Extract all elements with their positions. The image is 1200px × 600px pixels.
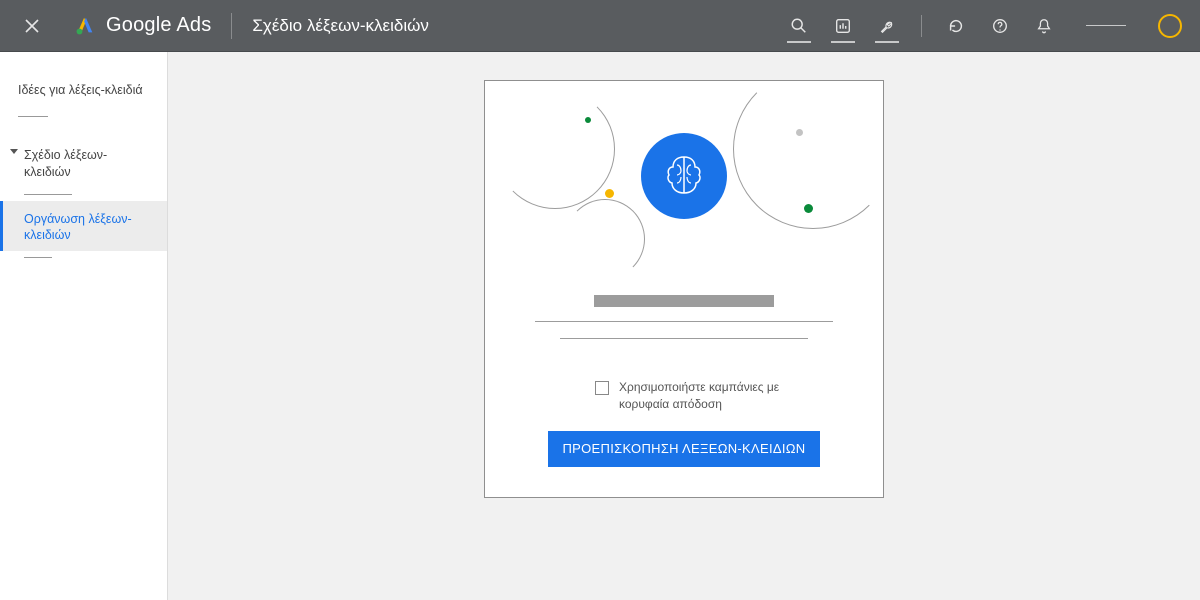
topbar: Google Ads Σχέδιο λέξεων-κλειδιών: [0, 0, 1200, 52]
top-campaigns-checkbox-row: Χρησιμοποιήστε καμπάνιες με κορυφαία από…: [595, 379, 843, 413]
notifications-icon[interactable]: [1032, 14, 1056, 38]
divider: [18, 116, 48, 117]
input-line[interactable]: [535, 321, 833, 322]
divider: [24, 194, 72, 195]
brand-logo: Google Ads: [74, 14, 211, 37]
chevron-down-icon: [10, 149, 18, 154]
top-campaigns-checkbox[interactable]: [595, 381, 609, 395]
top-campaigns-checkbox-label: Χρησιμοποιήστε καμπάνιες με κορυφαία από…: [619, 379, 789, 413]
onboarding-card: Χρησιμοποιήστε καμπάνιες με κορυφαία από…: [484, 80, 884, 498]
sidebar: Ιδέες για λέξεις-κλειδιά Σχέδιο λέξεων-κ…: [0, 52, 168, 600]
divider: [921, 15, 922, 37]
avatar[interactable]: [1158, 14, 1182, 38]
close-icon[interactable]: [18, 12, 46, 40]
content: Χρησιμοποιήστε καμπάνιες με κορυφαία από…: [168, 52, 1200, 600]
divider: [24, 257, 52, 258]
main: Ιδέες για λέξεις-κλειδιά Σχέδιο λέξεων-κ…: [0, 52, 1200, 600]
tools-icon[interactable]: [875, 14, 899, 38]
preview-keywords-button[interactable]: ΠΡΟΕΠΙΣΚΟΠΗΣΗ ΛΕΞΕΩΝ-ΚΛΕΙΔΙΩΝ: [548, 431, 819, 468]
google-ads-icon: [74, 15, 96, 37]
input-line[interactable]: [560, 338, 808, 339]
reports-icon[interactable]: [831, 14, 855, 38]
divider: [231, 13, 232, 39]
title-placeholder: [594, 295, 774, 307]
account-placeholder: [1086, 25, 1126, 27]
help-icon[interactable]: [988, 14, 1012, 38]
topbar-tools: [787, 14, 1182, 38]
illustration: [525, 109, 843, 259]
sidebar-item-keyword-ideas[interactable]: Ιδέες για λέξεις-κλειδιά: [0, 72, 167, 106]
sidebar-item-label: Σχέδιο λέξεων-κλειδιών: [24, 148, 107, 178]
brand-text: Google Ads: [106, 14, 211, 37]
brain-icon: [641, 133, 727, 219]
search-icon[interactable]: [787, 14, 811, 38]
refresh-icon[interactable]: [944, 14, 968, 38]
page-title: Σχέδιο λέξεων-κλειδιών: [252, 16, 429, 36]
sidebar-item-organize-keywords[interactable]: Οργάνωση λέξεων-κλειδιών: [0, 201, 167, 252]
sidebar-item-keyword-plan[interactable]: Σχέδιο λέξεων-κλειδιών: [0, 137, 167, 188]
